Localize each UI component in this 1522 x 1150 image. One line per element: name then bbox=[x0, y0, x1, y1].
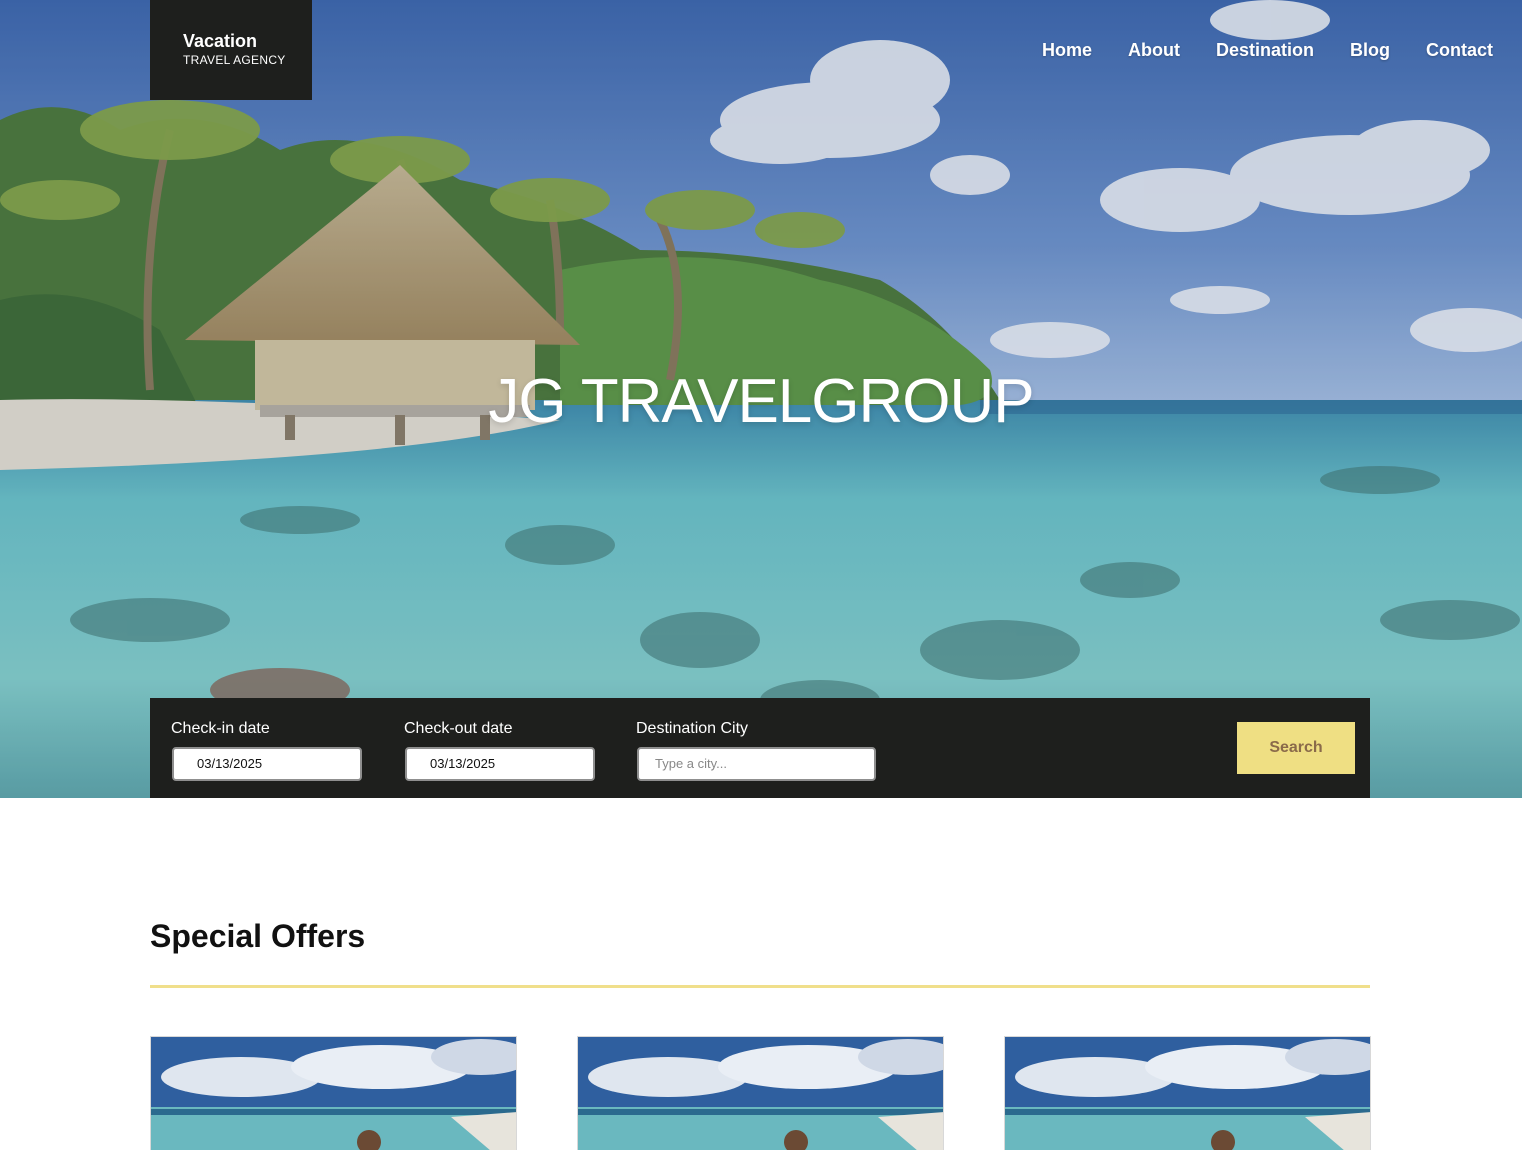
checkout-date-input[interactable]: 03/13/2025 bbox=[405, 747, 595, 781]
checkout-field: Check-out date 03/13/2025 bbox=[404, 720, 595, 781]
offers-divider bbox=[150, 985, 1370, 988]
search-button[interactable]: Search bbox=[1237, 722, 1355, 774]
city-field: Destination City Type a city... bbox=[636, 720, 876, 781]
checkin-label: Check-in date bbox=[171, 720, 270, 737]
nav-contact[interactable]: Contact bbox=[1426, 39, 1493, 61]
brand-logo[interactable]: Vacation TRAVEL AGENCY bbox=[150, 0, 312, 100]
offer-image-3 bbox=[1005, 1037, 1370, 1150]
brand-title: Vacation bbox=[183, 31, 258, 51]
offer-image-1 bbox=[151, 1037, 516, 1150]
nav-about[interactable]: About bbox=[1128, 39, 1180, 61]
offer-image-2 bbox=[578, 1037, 943, 1150]
nav-home[interactable]: Home bbox=[1042, 39, 1092, 61]
checkin-field: Check-in date 03/13/2025 bbox=[171, 720, 362, 781]
booking-form: Check-in date 03/13/2025 Check-out date … bbox=[150, 698, 1370, 798]
main-nav: Home About Destination Blog Contact bbox=[1042, 39, 1493, 61]
city-label: Destination City bbox=[636, 720, 749, 737]
checkin-date-input[interactable]: 03/13/2025 bbox=[172, 747, 362, 781]
nav-destination[interactable]: Destination bbox=[1216, 39, 1314, 61]
offer-card-2[interactable] bbox=[577, 1036, 944, 1150]
hero-section: Vacation TRAVEL AGENCY Home About Destin… bbox=[0, 0, 1522, 798]
offer-card-1[interactable] bbox=[150, 1036, 517, 1150]
offers-title: Special Offers bbox=[150, 918, 366, 954]
nav-blog[interactable]: Blog bbox=[1350, 39, 1390, 61]
checkout-label: Check-out date bbox=[404, 720, 513, 737]
city-input[interactable]: Type a city... bbox=[637, 747, 876, 781]
brand-subtitle: TRAVEL AGENCY bbox=[183, 53, 286, 67]
offer-card-3[interactable] bbox=[1004, 1036, 1371, 1150]
hero-headline: JG TRAVELGROUP bbox=[488, 367, 1034, 436]
